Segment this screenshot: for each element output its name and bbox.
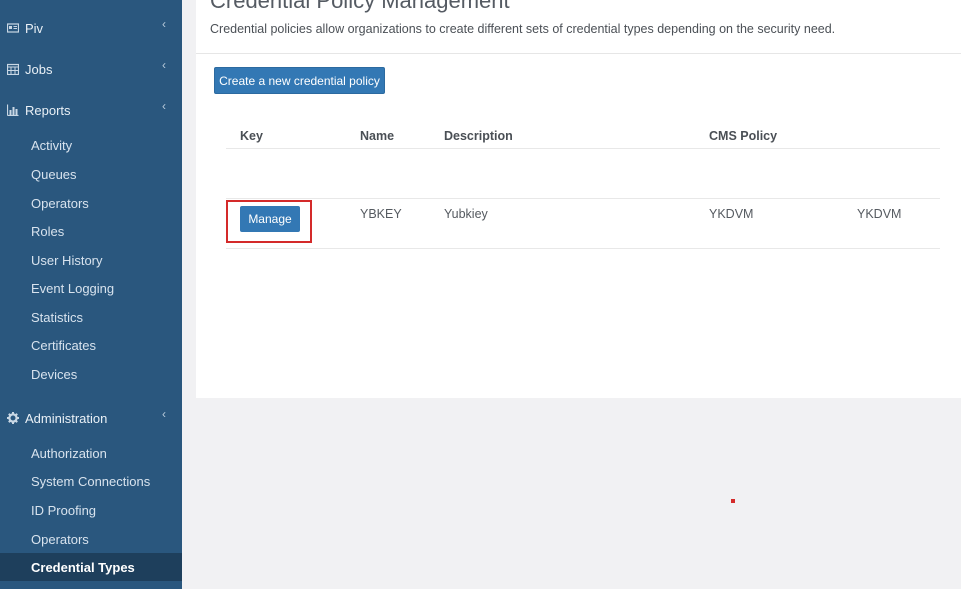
- sidebar-item-credential-types[interactable]: Credential Types: [0, 553, 182, 581]
- page-title: Credential Policy Management: [210, 0, 510, 13]
- sidebar-item-activity[interactable]: Activity: [0, 132, 182, 158]
- cursor-marker: [731, 499, 735, 503]
- sidebar-item-operators[interactable]: Operators: [0, 190, 182, 216]
- gear-icon: [7, 412, 19, 424]
- chevron-left-icon: ‹: [162, 58, 166, 72]
- sidebar-section-label: Jobs: [25, 61, 53, 77]
- sidebar-item-id-proofing[interactable]: ID Proofing: [0, 497, 182, 523]
- sidebar-section-label: Administration: [25, 410, 108, 426]
- sidebar-item-label: Event Logging: [31, 280, 115, 296]
- sidebar-item-system-connections[interactable]: System Connections: [0, 468, 182, 494]
- sidebar-item-label: System Connections: [31, 473, 151, 489]
- sidebar-section-jobs[interactable]: Jobs ‹: [0, 57, 182, 81]
- cell-name: YBKEY: [360, 207, 402, 221]
- sidebar-section-label: Reports: [25, 102, 71, 118]
- highlight-box: [226, 200, 312, 243]
- sidebar-item-admin-operators[interactable]: Operators: [0, 526, 182, 552]
- sidebar-item-label: Activity: [31, 137, 73, 153]
- sidebar-section-piv[interactable]: Piv ‹: [0, 16, 182, 40]
- chevron-left-icon: ‹: [162, 17, 166, 31]
- sidebar-section-reports[interactable]: Reports ‹: [0, 98, 182, 122]
- sidebar-item-queues[interactable]: Queues: [0, 161, 182, 187]
- cell-extra: YKDVM: [857, 207, 902, 221]
- table-header-divider: [226, 148, 940, 149]
- column-header-name: Name: [360, 129, 395, 143]
- chevron-left-icon: ‹: [162, 99, 166, 113]
- sidebar-section-label: Piv: [25, 20, 44, 36]
- table-row-divider: [226, 198, 940, 199]
- sidebar-item-label: Roles: [31, 223, 65, 239]
- column-header-cms-policy: CMS Policy: [709, 129, 778, 143]
- divider: [196, 53, 961, 54]
- chevron-left-icon: ‹: [162, 407, 166, 421]
- calendar-icon: [7, 63, 19, 75]
- sidebar-item-devices[interactable]: Devices: [0, 361, 182, 387]
- sidebar-item-authorization[interactable]: Authorization: [0, 440, 182, 466]
- sidebar-item-certificates[interactable]: Certificates: [0, 332, 182, 358]
- create-credential-policy-button[interactable]: Create a new credential policy: [214, 67, 385, 94]
- sidebar-item-statistics[interactable]: Statistics: [0, 304, 182, 330]
- sidebar-item-label: Authorization: [31, 445, 107, 461]
- sidebar-item-label: User History: [31, 252, 103, 268]
- sidebar-item-label: ID Proofing: [31, 502, 97, 518]
- sidebar-item-label: Devices: [31, 366, 78, 382]
- sidebar-item-label: Statistics: [31, 309, 84, 325]
- sidebar-item-label: Operators: [31, 531, 89, 547]
- table-row-divider: [226, 248, 940, 249]
- sidebar-item-event-logging[interactable]: Event Logging: [0, 275, 182, 301]
- sidebar: Piv ‹ Jobs ‹ Reports ‹ Activity Queues O…: [0, 0, 182, 589]
- sidebar-item-label: Queues: [31, 166, 77, 182]
- column-header-description: Description: [444, 129, 513, 143]
- bar-chart-icon: [7, 104, 19, 116]
- page-subtitle: Credential policies allow organizations …: [210, 22, 836, 36]
- sidebar-item-label: Certificates: [31, 337, 97, 353]
- cell-description: Yubkiey: [444, 207, 488, 221]
- id-card-icon: [7, 23, 19, 33]
- main-panel: Credential Policy Management Credential …: [196, 0, 961, 398]
- column-header-key: Key: [240, 129, 263, 143]
- sidebar-section-administration[interactable]: Administration ‹: [0, 406, 182, 430]
- sidebar-item-label: Credential Types: [31, 559, 135, 575]
- sidebar-item-label: Operators: [31, 195, 89, 211]
- sidebar-item-user-history[interactable]: User History: [0, 247, 182, 273]
- sidebar-item-roles[interactable]: Roles: [0, 218, 182, 244]
- cell-cms-policy: YKDVM: [709, 207, 754, 221]
